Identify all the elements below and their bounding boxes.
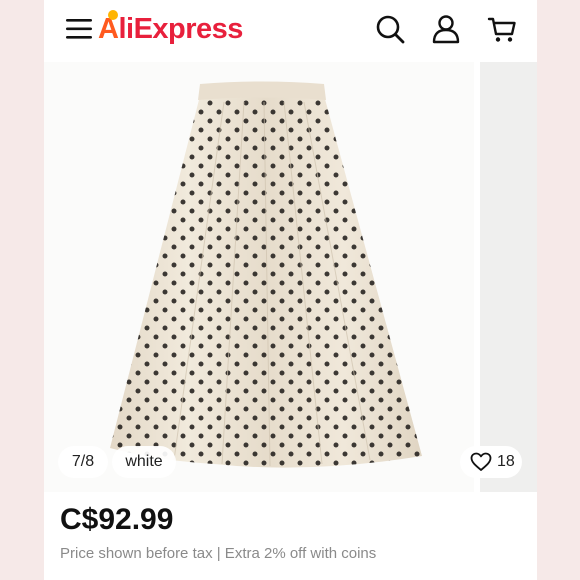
price-note: Price shown before tax | Extra 2% off wi… [60,545,377,562]
app-frame: AliExpress 7/8 white 18 C$92.99 Price sh… [44,0,537,580]
account-icon[interactable] [430,13,462,45]
product-price: C$92.99 [60,503,174,536]
heart-icon [470,452,492,471]
menu-icon[interactable] [65,16,93,42]
skirt-image [110,81,422,468]
color-tag[interactable]: white [112,446,176,478]
logo-text: liExpress [118,13,243,45]
aliexpress-logo[interactable]: AliExpress [98,10,243,46]
wishlist-count: 18 [497,453,515,470]
logo-dot-icon [108,10,118,20]
product-gallery[interactable]: 7/8 white 18 [44,62,537,492]
image-counter: 7/8 [58,446,108,478]
wishlist-button[interactable]: 18 [460,446,522,478]
cart-icon[interactable] [486,13,518,45]
next-product-image[interactable] [480,62,537,492]
product-image[interactable] [44,62,474,492]
top-header: AliExpress [44,0,537,58]
search-icon[interactable] [374,13,406,45]
